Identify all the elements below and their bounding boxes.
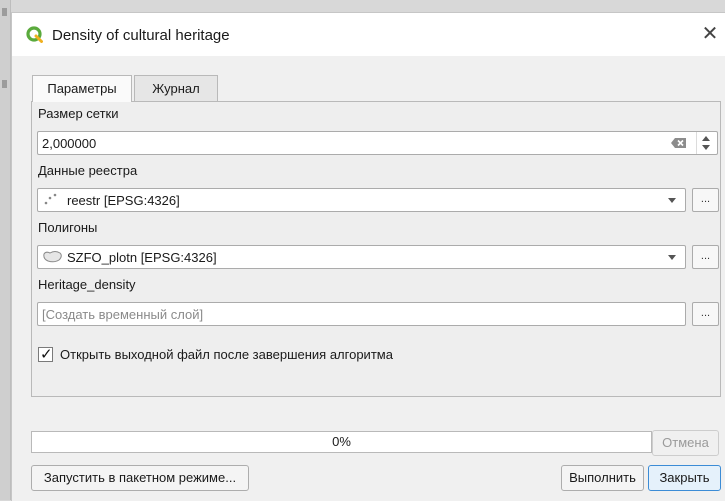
progress-text: 0% bbox=[332, 434, 351, 449]
parameters-panel: Размер сетки 2,000000 Данные реестра ree… bbox=[31, 101, 721, 397]
spin-buttons[interactable] bbox=[696, 132, 717, 154]
clear-field-icon[interactable] bbox=[671, 137, 687, 149]
polygons-label: Полигоны bbox=[38, 220, 98, 235]
checkmark-icon: ✓ bbox=[40, 346, 53, 363]
output-options-button[interactable]: ... bbox=[692, 302, 719, 326]
output-destination-field[interactable]: [Создать временный слой] bbox=[37, 302, 686, 326]
qgis-logo-icon bbox=[26, 26, 43, 43]
spin-down-icon[interactable] bbox=[702, 145, 710, 150]
background-edge-mark bbox=[2, 8, 7, 16]
tab-parameters[interactable]: Параметры bbox=[32, 75, 132, 102]
registry-label: Данные реестра bbox=[38, 163, 138, 178]
title-bar: Density of cultural heritage ✕ bbox=[12, 13, 725, 56]
grid-size-value: 2,000000 bbox=[42, 136, 97, 151]
output-label: Heritage_density bbox=[38, 277, 136, 292]
polygons-layer-combo[interactable]: SZFO_plotn [EPSG:4326] bbox=[37, 245, 686, 269]
close-button[interactable]: Закрыть bbox=[648, 465, 721, 491]
background-edge-mark bbox=[2, 80, 7, 88]
output-placeholder: [Создать временный слой] bbox=[42, 307, 204, 322]
registry-options-button[interactable]: ... bbox=[692, 188, 719, 212]
open-output-label[interactable]: Открыть выходной файл после завершения а… bbox=[60, 347, 393, 362]
grid-size-spinbox[interactable]: 2,000000 bbox=[37, 131, 718, 155]
window-title: Density of cultural heritage bbox=[52, 27, 230, 44]
tab-log[interactable]: Журнал bbox=[134, 75, 218, 101]
progress-bar: 0% bbox=[31, 431, 652, 453]
open-output-checkbox[interactable]: ✓ bbox=[38, 346, 53, 363]
polygon-layer-icon bbox=[43, 251, 62, 263]
polygons-layer-value: SZFO_plotn [EPSG:4326] bbox=[67, 250, 217, 265]
chevron-down-icon[interactable] bbox=[668, 255, 676, 260]
grid-size-label: Размер сетки bbox=[38, 106, 119, 121]
cancel-button[interactable]: Отмена bbox=[652, 430, 719, 456]
polygons-options-button[interactable]: ... bbox=[692, 245, 719, 269]
close-icon[interactable]: ✕ bbox=[700, 23, 720, 45]
registry-layer-value: reestr [EPSG:4326] bbox=[67, 193, 180, 208]
background-window-strip bbox=[0, 0, 11, 500]
batch-mode-button[interactable]: Запустить в пакетном режиме... bbox=[31, 465, 249, 491]
chevron-down-icon[interactable] bbox=[668, 198, 676, 203]
run-button[interactable]: Выполнить bbox=[561, 465, 644, 491]
registry-layer-combo[interactable]: reestr [EPSG:4326] bbox=[37, 188, 686, 212]
spin-up-icon[interactable] bbox=[702, 136, 710, 141]
algorithm-dialog: Density of cultural heritage ✕ Параметры… bbox=[11, 12, 725, 501]
point-layer-icon bbox=[44, 193, 57, 205]
